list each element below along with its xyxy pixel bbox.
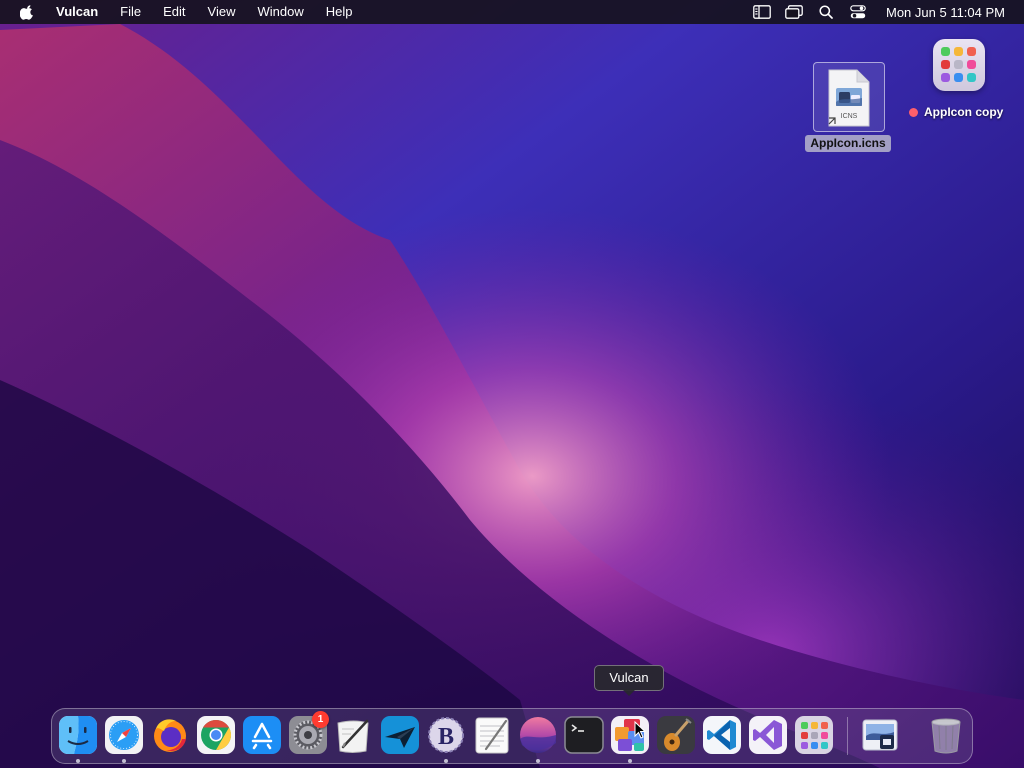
file-label: AppIcon.icns [805,135,891,152]
bbedit-icon: B [428,717,464,753]
running-indicator [122,759,126,763]
vscode-icon [703,716,741,754]
desktop-file-appicon-icns[interactable]: ICNS AppIcon.icns [805,62,891,154]
menu-file[interactable]: File [109,0,152,24]
menu-help[interactable]: Help [315,0,364,24]
menu-edit[interactable]: Edit [152,0,196,24]
firefox-icon [154,719,186,752]
red-tag-icon [909,107,918,117]
menu-bar-clock[interactable]: Mon Jun 5 11:04 PM [886,5,1005,20]
dock-system-settings[interactable]: 1 [288,711,329,755]
chrome-icon [197,716,235,754]
visual-studio-icon [749,716,787,754]
safari-icon [105,716,143,754]
dock-trash[interactable] [926,715,966,755]
running-indicator [76,759,80,763]
dock-bbedit[interactable]: B [426,715,466,763]
tooltip-arrow [622,689,636,696]
svg-text:B: B [438,724,454,750]
launchpad-grid-icon [933,39,985,91]
trash-icon [931,718,961,754]
menu-bar: Vulcan File Edit View Window Help Mon Ju… [0,0,1024,24]
launchpad-icon [795,716,833,754]
terminal-icon [564,716,604,754]
running-indicator [444,759,448,763]
dock-preview-document[interactable] [860,715,900,755]
app-menu-vulcan[interactable]: Vulcan [48,0,109,24]
dock-script-editor[interactable] [334,715,374,755]
instruments-icon [657,716,695,754]
dock-textedit[interactable] [472,715,512,755]
reading-list-icon[interactable] [753,4,771,20]
dock-firefox[interactable] [150,715,190,755]
notification-badge: 1 [312,711,329,728]
dock-separator [847,717,848,755]
menu-bar-left: Vulcan File Edit View Window Help [0,0,363,24]
textedit-icon [475,717,509,754]
dock-chrome[interactable] [196,715,236,755]
dock-wallpaper-app[interactable] [518,715,558,763]
transmit-icon [381,716,419,754]
screen-mirroring-icon[interactable] [785,4,803,20]
wallpaper-app-icon [520,717,556,753]
dock-launchpad[interactable] [794,715,834,755]
menu-bar-right: Mon Jun 5 11:04 PM [746,0,1024,24]
preview-document-icon [862,719,898,751]
file-label-text: AppIcon copy [924,105,1004,119]
running-indicator [536,759,540,763]
icns-doc-label: ICNS [841,113,858,120]
dock-transmit[interactable] [380,715,420,755]
dock-finder[interactable] [58,715,98,763]
control-center-icon[interactable] [849,4,867,20]
dock-app-store[interactable] [242,715,282,755]
dock-instruments[interactable] [656,715,696,755]
running-indicator [628,759,632,763]
mouse-pointer-icon [634,721,646,739]
menu-window[interactable]: Window [246,0,314,24]
dock: 1 B [51,708,973,764]
dock-visual-studio[interactable] [748,715,788,755]
menu-view[interactable]: View [197,0,247,24]
app-store-icon [243,716,281,754]
script-editor-icon [337,719,369,753]
icns-document-icon: ICNS [828,69,870,127]
apple-logo-icon[interactable] [19,4,35,20]
dock-vscode[interactable] [702,715,742,755]
dock-safari[interactable] [104,715,144,763]
dock-terminal[interactable] [564,715,604,755]
file-label: AppIcon copy [909,104,1003,120]
desktop-file-appicon-copy[interactable]: AppIcon copy [905,38,1021,122]
finder-icon [59,716,97,754]
spotlight-search-icon[interactable] [817,4,835,20]
dock-tooltip: Vulcan [594,665,664,691]
